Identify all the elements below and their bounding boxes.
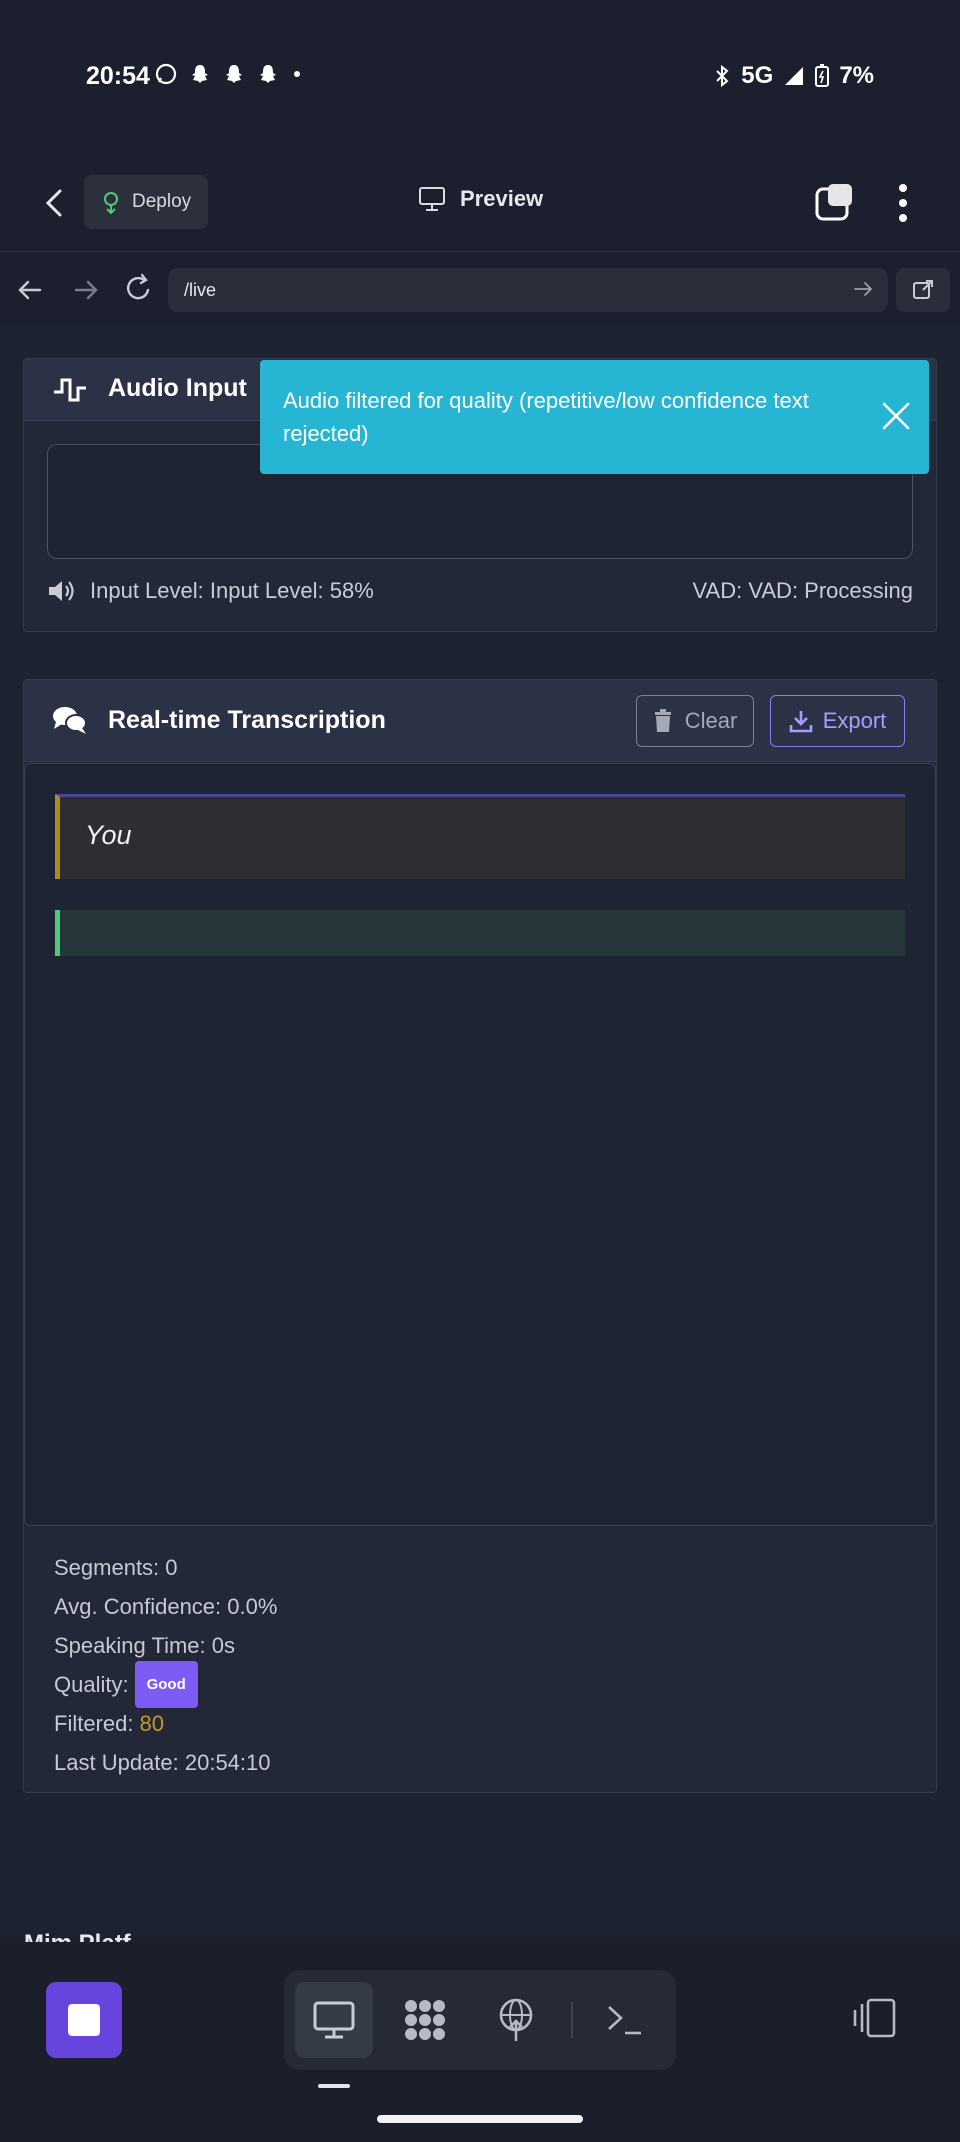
input-level-row: Input Level: Input Level: 58% [46,578,374,604]
dock-apps-button[interactable] [386,1982,464,2058]
reload-icon [127,273,150,300]
chevron-left-icon [45,189,62,217]
battery-level: 7% [839,62,874,89]
waveform-icon [52,374,88,411]
bluetooth-icon [716,64,729,88]
stats-section: Segments: 0 Avg. Confidence: 0.0% Speaki… [54,1548,277,1782]
notification-icons [154,62,304,86]
snapchat-icon [192,65,208,83]
dock-preview-button[interactable] [295,1982,373,2058]
toast-message: Audio filtered for quality (repetitive/l… [283,388,809,446]
nav-forward-button[interactable] [70,274,102,311]
side-panel-button[interactable] [852,1996,898,2045]
nav-back-button[interactable] [14,274,46,311]
deploy-button[interactable]: Deploy [84,175,208,229]
deploy-icon [104,192,118,214]
external-link-icon [913,280,933,299]
segments-stat: Segments: 0 [54,1555,178,1580]
stop-icon [68,2004,100,2036]
url-input[interactable]: /live [168,268,888,312]
tabs-icon [815,184,852,221]
dock-terminal-button[interactable] [586,1982,664,2058]
download-icon [789,711,813,733]
open-external-button[interactable] [896,268,950,312]
dock-separator [571,2002,573,2038]
close-icon [882,402,910,430]
trash-icon [654,709,671,732]
home-indicator[interactable] [377,2115,583,2123]
audio-input-title: Audio Input [108,374,247,402]
signal-icon [785,67,804,85]
input-level-text: Input Level: Input Level: 58% [90,578,374,603]
side-panel-icon [853,1998,896,2038]
dot-icon [294,71,300,77]
snapchat-icon [260,65,276,83]
quality-badge: Good [134,1661,198,1708]
active-indicator [318,2084,350,2088]
transcript-item [55,794,905,879]
deploy-label: Deploy [132,191,192,212]
transcription-title: Real-time Transcription [108,706,386,734]
last-update-stat: Last Update: 20:54:10 [54,1750,271,1775]
filtered-value: 80 [139,1711,164,1736]
comments-icon [52,705,88,740]
stop-button[interactable] [46,1982,122,2058]
preview-title: Preview [418,186,543,212]
arrow-right-icon [74,280,98,300]
arrow-left-icon [18,280,42,300]
clear-button[interactable]: Clear [636,695,754,747]
speaking-time-stat: Speaking Time: 0s [54,1633,235,1658]
transcript-item [55,910,905,956]
more-vertical-icon [899,184,907,222]
go-arrow-icon[interactable] [852,278,874,300]
toast-close-button[interactable] [880,400,912,432]
tabs-button[interactable] [814,182,856,224]
volume-icon [49,581,74,601]
apps-grid-icon [405,2000,445,2040]
preview-label: Preview [460,186,544,211]
terminal-icon [608,2006,641,2035]
export-label: Export [822,708,887,733]
whatsapp-icon [155,63,177,85]
snapchat-icon [226,65,242,83]
quality-stat: Quality: Good [54,1661,277,1708]
network-type: 5G [741,62,774,89]
status-right: 5G 7% [713,62,874,90]
filtered-label: Filtered: [54,1711,134,1736]
reload-button[interactable] [122,272,154,311]
url-text: /live [184,279,217,300]
clear-label: Clear [684,708,738,733]
status-time: 20:54 [86,62,150,90]
filtered-stat: Filtered: 80 [54,1704,277,1743]
globe-upload-icon [499,1998,533,2041]
avg-confidence-stat: Avg. Confidence: 0.0% [54,1594,278,1619]
export-button[interactable]: Export [770,695,905,747]
speaker-label: You [85,820,132,850]
more-options-button[interactable] [888,180,918,226]
monitor-icon [313,2001,355,2039]
back-button[interactable] [40,185,70,221]
vad-status: VAD: VAD: Processing [692,578,913,603]
battery-icon [815,64,830,87]
dock-deploy-button[interactable] [477,1982,555,2058]
quality-label: Quality: [54,1672,129,1697]
monitor-icon [419,187,445,211]
